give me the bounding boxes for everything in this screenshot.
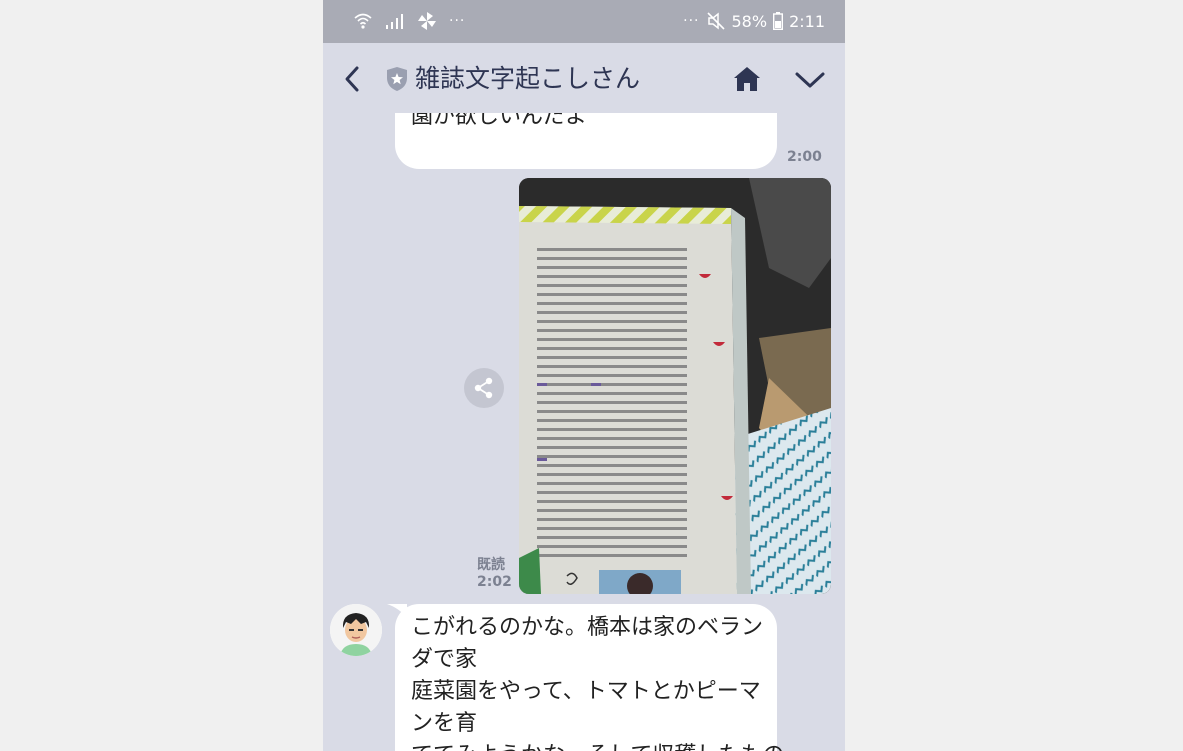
avatar[interactable] xyxy=(330,604,382,656)
message-line: 庭菜園をやって、トマトとかピーマ xyxy=(411,679,761,704)
battery-icon xyxy=(773,12,784,30)
pinwheel-icon xyxy=(418,12,436,30)
magazine-photo-image xyxy=(519,178,831,594)
chat-header: 雑誌文字起こしさん xyxy=(323,43,845,113)
read-receipt: 既読 2:02 xyxy=(477,557,512,591)
status-left: ··· xyxy=(353,11,465,31)
mute-icon xyxy=(706,12,725,30)
home-icon[interactable] xyxy=(732,65,762,93)
status-left-dots: ··· xyxy=(449,13,466,29)
status-right-dots: ··· xyxy=(683,13,700,29)
wifi-icon xyxy=(354,13,372,29)
official-shield-icon xyxy=(387,67,407,91)
sent-photo[interactable] xyxy=(519,178,831,594)
status-time: 2:11 xyxy=(789,11,825,31)
read-label: 既読 xyxy=(477,557,505,573)
message-line: ダで家 xyxy=(411,647,478,672)
sent-message-bubble[interactable]: 園が欲しいんだよ xyxy=(395,113,777,169)
share-button[interactable] xyxy=(464,368,504,408)
message-text: こがれるのかな。橋本は家のベラン ダで家 庭菜園をやって、トマトとかピーマ ンを… xyxy=(411,612,784,751)
message-time: 2:00 xyxy=(787,149,822,165)
chat-title: 雑誌文字起こしさん xyxy=(415,64,641,93)
received-message-bubble[interactable]: こがれるのかな。橋本は家のベラン ダで家 庭菜園をやって、トマトとかピーマ ンを… xyxy=(395,604,784,751)
avatar-image xyxy=(330,604,382,656)
back-arrow-icon[interactable] xyxy=(341,64,363,94)
message-line: ててみようかな。そして収穫したもの xyxy=(411,740,784,751)
phone-screen: ··· ··· 58% 2:11 雑誌文字起こしさん 園が欲しいんだよ 2:00… xyxy=(323,0,845,751)
message-line: こがれるのかな。橋本は家のベラン xyxy=(411,615,764,640)
chevron-down-icon[interactable] xyxy=(794,69,826,91)
chat-area[interactable]: 園が欲しいんだよ 2:00 既読 2:02 こがれるのかな。橋本は家のベラン ダ… xyxy=(323,113,845,751)
message-line: ンを育 xyxy=(411,711,478,736)
signal-icon xyxy=(386,14,403,29)
status-bar: ··· ··· 58% 2:11 xyxy=(323,0,845,43)
message-text: 園が欲しいんだよ xyxy=(411,113,588,129)
battery-percent: 58% xyxy=(731,11,768,31)
share-icon xyxy=(474,377,493,399)
status-right: ··· 58% 2:11 xyxy=(683,11,825,31)
photo-time: 2:02 xyxy=(477,574,512,590)
